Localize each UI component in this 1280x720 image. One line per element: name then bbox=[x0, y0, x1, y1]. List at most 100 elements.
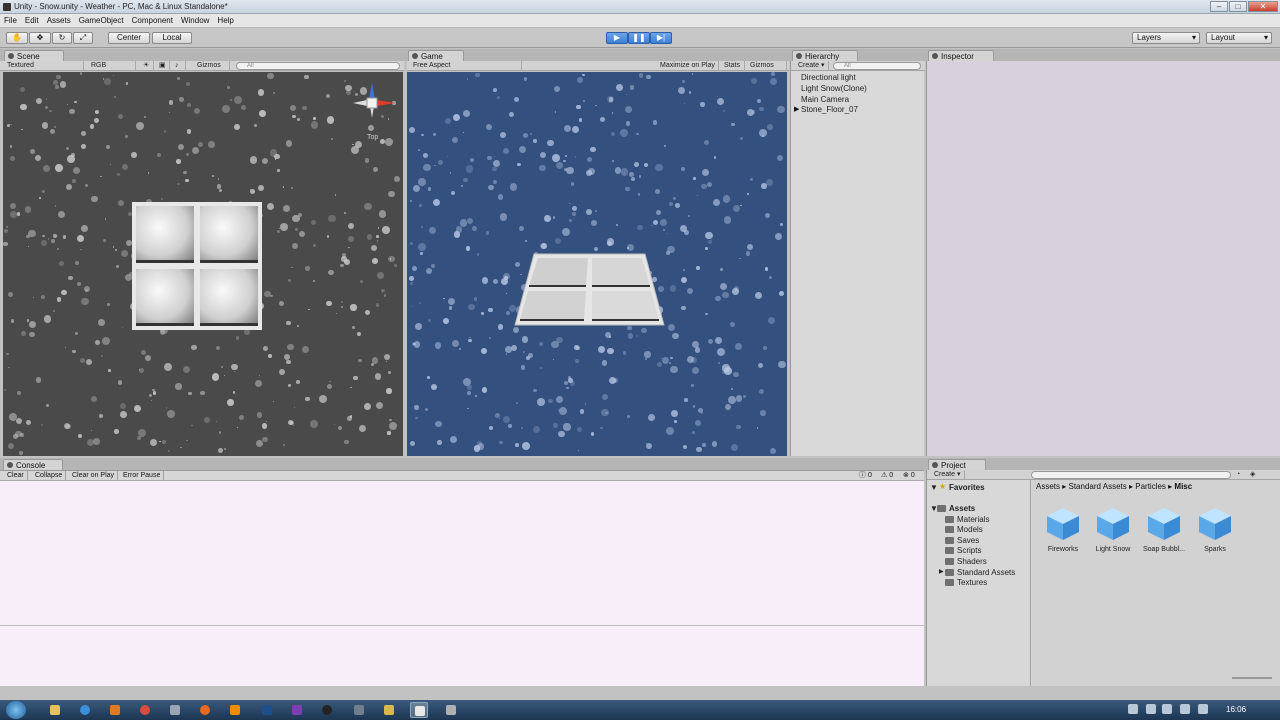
filter-by-type-icon[interactable]: ◔ bbox=[1233, 470, 1245, 480]
info-count[interactable]: ⓘ 0 bbox=[856, 471, 875, 481]
folder-item-standard-assets[interactable]: Standard Assets bbox=[945, 568, 1015, 577]
vlc-task-icon[interactable] bbox=[226, 702, 244, 718]
asset-soap-bubbles[interactable]: Soap Bubbl... bbox=[1141, 506, 1187, 553]
scene-gizmos-dropdown[interactable]: Gizmos bbox=[194, 61, 230, 71]
tab-scene[interactable]: Scene bbox=[4, 50, 64, 61]
expand-arrow-icon[interactable]: ▶ bbox=[794, 105, 799, 113]
expand-arrow-icon[interactable]: ▶ bbox=[939, 568, 944, 575]
firefox-task-icon[interactable] bbox=[196, 702, 214, 718]
breadcrumb-item[interactable]: Standard Assets bbox=[1069, 482, 1127, 491]
breadcrumb-item[interactable]: Assets bbox=[1036, 482, 1060, 491]
shading-dropdown[interactable]: Textured bbox=[4, 61, 84, 71]
menu-file[interactable]: File bbox=[0, 14, 21, 25]
scene-search-input[interactable]: All bbox=[236, 62, 400, 70]
project-create-dropdown[interactable]: Create ▾ bbox=[931, 470, 965, 480]
hierarchy-item-directional-light[interactable]: Directional light bbox=[801, 73, 856, 82]
menu-help[interactable]: Help bbox=[213, 14, 237, 25]
assets-root-label[interactable]: Assets bbox=[949, 504, 975, 513]
folder-item-saves[interactable]: Saves bbox=[945, 536, 979, 545]
maximize-button[interactable]: □ bbox=[1229, 1, 1247, 12]
layout-dropdown[interactable]: Layout ▾ bbox=[1206, 32, 1272, 44]
folder-item-scripts[interactable]: Scripts bbox=[945, 546, 981, 555]
media-task-icon[interactable] bbox=[106, 702, 124, 718]
tab-hierarchy[interactable]: Hierarchy bbox=[792, 50, 858, 61]
tab-console[interactable]: Console bbox=[3, 459, 63, 470]
error-count[interactable]: ⊗ 0 bbox=[900, 471, 918, 481]
tool-task-icon[interactable] bbox=[442, 702, 460, 718]
pause-button-icon[interactable]: ❚❚ bbox=[628, 32, 650, 44]
folder-item-shaders[interactable]: Shaders bbox=[945, 557, 987, 566]
project-search-input[interactable] bbox=[1031, 471, 1231, 479]
layers-dropdown[interactable]: Layers ▾ bbox=[1132, 32, 1200, 44]
menu-assets[interactable]: Assets bbox=[43, 14, 75, 25]
volume-icon[interactable] bbox=[1180, 704, 1190, 714]
hierarchy-item-stone-floor[interactable]: Stone_Floor_07 bbox=[801, 105, 858, 114]
move-tool-icon[interactable]: ✥ bbox=[29, 32, 51, 44]
menu-window[interactable]: Window bbox=[177, 14, 213, 25]
render-mode-dropdown[interactable]: RGB bbox=[88, 61, 136, 71]
asset-fireworks[interactable]: Fireworks bbox=[1040, 506, 1086, 553]
tab-game[interactable]: Game bbox=[408, 50, 464, 61]
close-button[interactable]: ✕ bbox=[1248, 1, 1278, 12]
icon-size-slider[interactable] bbox=[1232, 677, 1272, 679]
menu-gameobject[interactable]: GameObject bbox=[75, 14, 128, 25]
lighting-toggle-icon[interactable]: ☀ bbox=[140, 61, 154, 71]
console-clear-on-play-button[interactable]: Clear on Play bbox=[69, 471, 119, 481]
pivot-center-button[interactable]: Center bbox=[108, 32, 150, 44]
pivot-local-button[interactable]: Local bbox=[152, 32, 192, 44]
folder-item-textures[interactable]: Textures bbox=[945, 578, 987, 587]
image-toggle-icon[interactable]: ▣ bbox=[156, 61, 170, 71]
rotate-tool-icon[interactable]: ↻ bbox=[52, 32, 72, 44]
scene-view[interactable]: Top bbox=[3, 72, 403, 456]
folder-item-models[interactable]: Models bbox=[945, 525, 983, 534]
explorer-task-icon[interactable] bbox=[46, 702, 64, 718]
monodevelop-task-icon[interactable] bbox=[350, 702, 368, 718]
breadcrumb-item[interactable]: Particles bbox=[1135, 482, 1166, 491]
warning-count[interactable]: ⚠ 0 bbox=[878, 471, 896, 481]
ie-task-icon[interactable] bbox=[76, 702, 94, 718]
hierarchy-item-main-camera[interactable]: Main Camera bbox=[801, 95, 849, 104]
chrome-task-icon[interactable] bbox=[136, 702, 154, 718]
folder-task-icon[interactable] bbox=[380, 702, 398, 718]
console-clear-button[interactable]: Clear bbox=[4, 471, 28, 481]
audio-toggle-icon[interactable]: ♪ bbox=[172, 61, 186, 71]
favorites-label[interactable]: Favorites bbox=[949, 483, 985, 492]
photoshop-task-icon[interactable] bbox=[258, 702, 276, 718]
scale-tool-icon[interactable]: ⤢ bbox=[73, 32, 93, 44]
menu-component[interactable]: Component bbox=[128, 14, 177, 25]
asset-sparks[interactable]: Sparks bbox=[1192, 506, 1238, 553]
tab-project[interactable]: Project bbox=[928, 459, 986, 470]
breadcrumb-current[interactable]: Misc bbox=[1174, 482, 1192, 491]
hierarchy-search-input[interactable]: All bbox=[833, 62, 921, 70]
game-view[interactable] bbox=[407, 72, 787, 456]
hierarchy-create-dropdown[interactable]: Create ▾ bbox=[795, 61, 829, 71]
play-button-icon[interactable]: ▶ bbox=[606, 32, 628, 44]
tray-icon[interactable] bbox=[1198, 704, 1208, 714]
tray-icon[interactable] bbox=[1146, 704, 1156, 714]
start-button-icon[interactable] bbox=[6, 701, 26, 719]
steam-task-icon[interactable] bbox=[318, 702, 336, 718]
tab-inspector[interactable]: Inspector bbox=[928, 50, 994, 61]
snowflake bbox=[465, 246, 471, 251]
folder-item-materials[interactable]: Materials bbox=[945, 515, 989, 524]
network-icon[interactable] bbox=[1162, 704, 1172, 714]
unity-task-icon[interactable] bbox=[410, 702, 428, 718]
aspect-dropdown[interactable]: Free Aspect bbox=[410, 61, 522, 71]
orientation-gizmo[interactable]: Top bbox=[353, 78, 399, 148]
visual-studio-task-icon[interactable] bbox=[288, 702, 306, 718]
stats-toggle[interactable]: Stats bbox=[721, 61, 745, 71]
console-error-pause-button[interactable]: Error Pause bbox=[120, 471, 165, 481]
console-collapse-button[interactable]: Collapse bbox=[32, 471, 67, 481]
asset-light-snow[interactable]: Light Snow bbox=[1090, 506, 1136, 553]
app-task-icon[interactable] bbox=[166, 702, 184, 718]
menu-edit[interactable]: Edit bbox=[21, 14, 43, 25]
hand-tool-icon[interactable]: ✋ bbox=[6, 32, 28, 44]
step-button-icon[interactable]: ▶| bbox=[650, 32, 672, 44]
game-gizmos-dropdown[interactable]: Gizmos bbox=[747, 61, 787, 71]
filter-by-label-icon[interactable]: ◈ bbox=[1247, 470, 1259, 480]
minimize-button[interactable]: – bbox=[1210, 1, 1228, 12]
hierarchy-item-light-snow[interactable]: Light Snow(Clone) bbox=[801, 84, 867, 93]
tray-icon[interactable] bbox=[1128, 704, 1138, 714]
expand-arrow-icon[interactable]: ▼ bbox=[930, 483, 938, 492]
maximize-on-play-toggle[interactable]: Maximize on Play bbox=[657, 61, 719, 71]
